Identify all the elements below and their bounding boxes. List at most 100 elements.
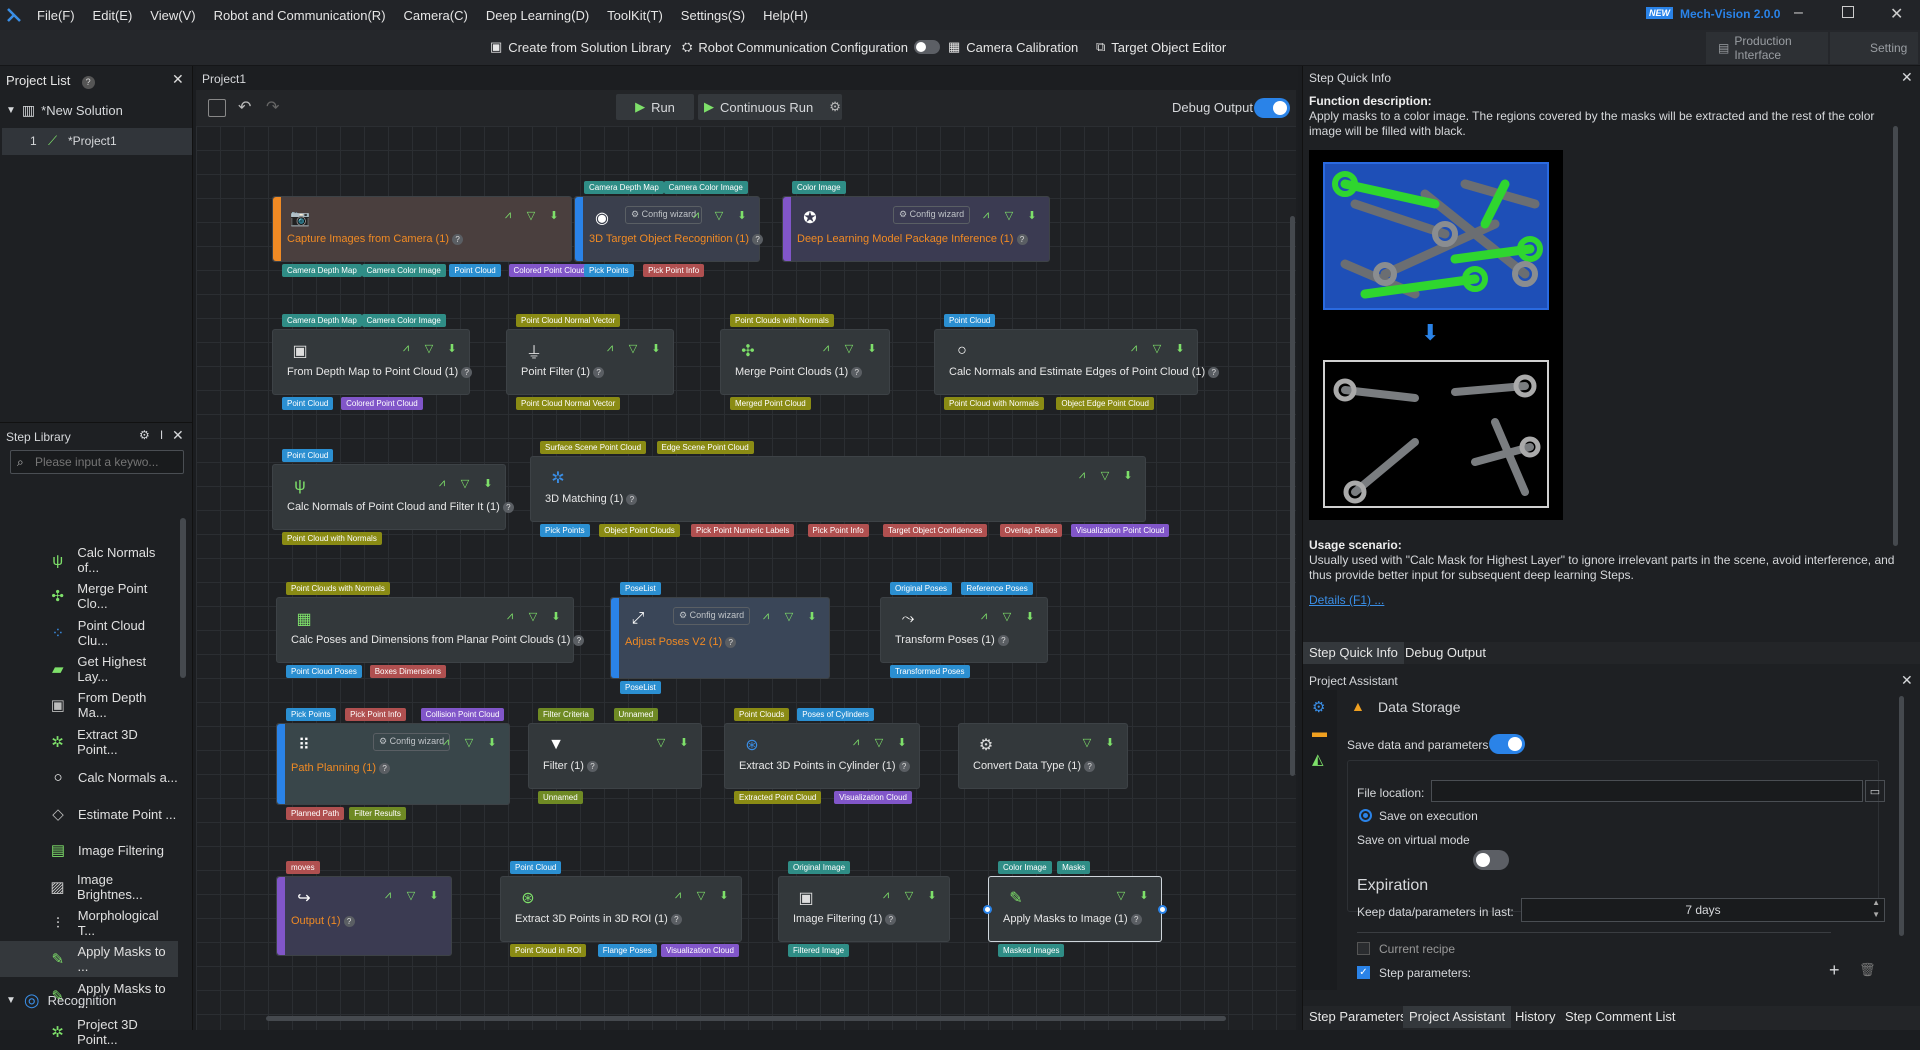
- step-run-icon[interactable]: ⬇: [545, 207, 563, 223]
- help-icon[interactable]: ?: [752, 234, 764, 245]
- port-label[interactable]: Point Cloud with Normals: [282, 532, 382, 545]
- library-scrollbar[interactable]: [180, 518, 186, 678]
- robot-comm-toggle[interactable]: [913, 40, 940, 54]
- save-data-toggle[interactable]: [1489, 734, 1525, 754]
- step-node[interactable]: ⊛ Extract 3D Points in Cylinder (1) ? ⩘ ▽ ⬇: [724, 723, 920, 789]
- help-icon[interactable]: ?: [1084, 761, 1096, 772]
- visualize-icon[interactable]: ⩘: [847, 734, 865, 750]
- port-label[interactable]: Camera Color Image: [361, 264, 446, 277]
- help-icon[interactable]: ?: [593, 367, 605, 378]
- step-node[interactable]: ψ Calc Normals of Point Cloud and Filter …: [272, 464, 514, 530]
- recipe-icon[interactable]: ◭: [1312, 750, 1324, 768]
- menu-item[interactable]: Camera(C): [395, 8, 477, 23]
- port-label[interactable]: Extracted Point Cloud: [734, 791, 822, 804]
- port-label[interactable]: Point Cloud: [510, 861, 562, 874]
- visualize-icon[interactable]: ⩘: [379, 887, 397, 903]
- debug-icon[interactable]: ▽: [870, 734, 888, 750]
- port-label[interactable]: Point Cloud Poses: [286, 665, 362, 678]
- port-label[interactable]: Surface Scene Point Cloud: [540, 441, 647, 454]
- port-label[interactable]: Original Image: [788, 861, 851, 874]
- port-label[interactable]: Camera Depth Map: [282, 314, 362, 327]
- port-label[interactable]: Colored Point Cloud: [341, 397, 423, 410]
- config-wizard-button[interactable]: ⚙ Config wizard: [673, 607, 751, 625]
- step-node[interactable]: ⠿ Path Planning (1) ? ⚙ Config wizard ⩘ ▽ ⬇: [276, 723, 510, 805]
- debug-icon[interactable]: ▽: [840, 340, 858, 356]
- step-node[interactable]: ⊛ Extract 3D Points in 3D ROI (1) ? ⩘ ▽ ⬇: [500, 876, 742, 942]
- port-label[interactable]: Point Clouds with Normals: [730, 314, 834, 327]
- menu-item[interactable]: File(F): [28, 8, 84, 23]
- expand-arrow-icon[interactable]: ▼: [6, 105, 16, 116]
- create-from-library-button[interactable]: ▣ Create from Solution Library: [490, 39, 671, 55]
- step-run-icon[interactable]: ⬇: [443, 340, 461, 356]
- robot-comm-config-button[interactable]: ⛭ Robot Communication Configuration: [682, 39, 940, 55]
- run-button[interactable]: ▶ Run: [616, 94, 694, 120]
- project-tree-item[interactable]: 1 ⟋ *Project1: [2, 128, 192, 155]
- step-library-item[interactable]: ⁘ Point Cloud Clu...: [0, 615, 178, 651]
- port-label[interactable]: Edge Scene Point Cloud: [656, 441, 754, 454]
- step-library-item[interactable]: ψ Calc Normals of...: [0, 542, 178, 578]
- file-location-input[interactable]: [1431, 780, 1863, 802]
- debug-icon[interactable]: ▽: [1112, 887, 1130, 903]
- visualize-icon[interactable]: ⩘: [397, 340, 415, 356]
- step-node[interactable]: ▦ Calc Poses and Dimensions from Planar P…: [276, 597, 585, 663]
- debug-icon[interactable]: ▽: [652, 734, 670, 750]
- close-assistant-icon[interactable]: ✕: [1901, 672, 1913, 689]
- step-node[interactable]: ✪ Deep Learning Model Package Inference (…: [782, 196, 1050, 262]
- step-node[interactable]: ↪ Output (1) ? ⩘ ▽ ⬇: [276, 876, 452, 956]
- step-run-icon[interactable]: ⬇: [1101, 734, 1119, 750]
- step-params-checkbox[interactable]: ✓: [1357, 966, 1370, 979]
- port-label[interactable]: Unnamed: [538, 791, 583, 804]
- close-step-library-icon[interactable]: ✕: [172, 427, 184, 444]
- step-node[interactable]: ⚙ Convert Data Type (1) ? ▽ ⬇: [958, 723, 1128, 789]
- help-icon[interactable]: ?: [461, 367, 473, 378]
- debug-icon[interactable]: ▽: [1148, 340, 1166, 356]
- step-run-icon[interactable]: ⬇: [547, 608, 565, 624]
- step-node[interactable]: ⤢ Adjust Poses V2 (1) ? ⚙ Config wizard ⩘ ▽ ⬇: [610, 597, 830, 679]
- menu-item[interactable]: ToolKit(T): [598, 8, 672, 23]
- help-icon[interactable]: ?: [502, 502, 514, 513]
- save-virtual-toggle[interactable]: [1473, 850, 1509, 870]
- visualize-icon[interactable]: ⩘: [1125, 340, 1143, 356]
- port-label[interactable]: Camera Color Image: [361, 314, 446, 327]
- step-run-icon[interactable]: ⬇: [1119, 467, 1137, 483]
- step-run-icon[interactable]: ⬇: [483, 734, 501, 750]
- port-label[interactable]: Filter Results: [349, 807, 406, 820]
- visualize-icon[interactable]: ⩘: [757, 608, 775, 624]
- close-quick-info-icon[interactable]: ✕: [1901, 69, 1913, 86]
- visualize-icon[interactable]: ⩘: [433, 475, 451, 491]
- step-library-item[interactable]: ◇ Estimate Point ...: [0, 796, 178, 832]
- canvas-vertical-scrollbar[interactable]: [1290, 216, 1295, 776]
- step-library-item[interactable]: ⫶ Morphological T...: [0, 905, 178, 941]
- config-wizard-button[interactable]: ⚙ Config wizard: [893, 206, 971, 224]
- debug-output-toggle[interactable]: [1254, 98, 1290, 118]
- port-label[interactable]: Pick Point Numeric Labels: [691, 524, 795, 537]
- port-label[interactable]: moves: [286, 861, 320, 874]
- port-label[interactable]: Point Cloud Normal Vector: [516, 397, 621, 410]
- step-node[interactable]: ▣ Image Filtering (1) ? ⩘ ▽ ⬇: [778, 876, 950, 942]
- canvas-horizontal-scrollbar[interactable]: [266, 1016, 1226, 1021]
- debug-icon[interactable]: ▽: [900, 887, 918, 903]
- canvas-tab[interactable]: Project1: [202, 72, 246, 86]
- robot-arm-icon[interactable]: ⚙: [1312, 698, 1325, 716]
- port-label[interactable]: Overlap Ratios: [999, 524, 1063, 537]
- tab-debug-output[interactable]: Debug Output: [1399, 642, 1492, 664]
- minimize-button[interactable]: –: [1794, 4, 1803, 22]
- target-object-editor-button[interactable]: ⧉ Target Object Editor: [1096, 39, 1226, 55]
- step-run-icon[interactable]: ⬇: [863, 340, 881, 356]
- visualize-icon[interactable]: ⩘: [977, 207, 995, 223]
- step-node[interactable]: ✣ Merge Point Clouds (1) ? ⩘ ▽ ⬇: [720, 329, 890, 395]
- tab-step-parameters[interactable]: Step Parameters: [1303, 1006, 1413, 1028]
- folder-browse-icon[interactable]: ▭: [1865, 780, 1885, 802]
- debug-icon[interactable]: ▽: [710, 207, 728, 223]
- port-label[interactable]: Merged Point Cloud: [730, 397, 811, 410]
- step-node[interactable]: 📷 Capture Images from Camera (1) ? ⩘ ▽ ⬇: [272, 196, 572, 262]
- tab-step-quick-info[interactable]: Step Quick Info: [1303, 642, 1404, 664]
- menu-item[interactable]: Help(H): [754, 8, 817, 23]
- debug-icon[interactable]: ▽: [420, 340, 438, 356]
- port-label[interactable]: Point Clouds with Normals: [286, 582, 390, 595]
- debug-icon[interactable]: ▽: [692, 887, 710, 903]
- keep-days-spinbox[interactable]: 7 days ▲ ▼: [1521, 898, 1885, 922]
- port-label[interactable]: Original Poses: [890, 582, 953, 595]
- tab-history[interactable]: History: [1509, 1006, 1561, 1028]
- port-label[interactable]: Point Cloud: [282, 449, 334, 462]
